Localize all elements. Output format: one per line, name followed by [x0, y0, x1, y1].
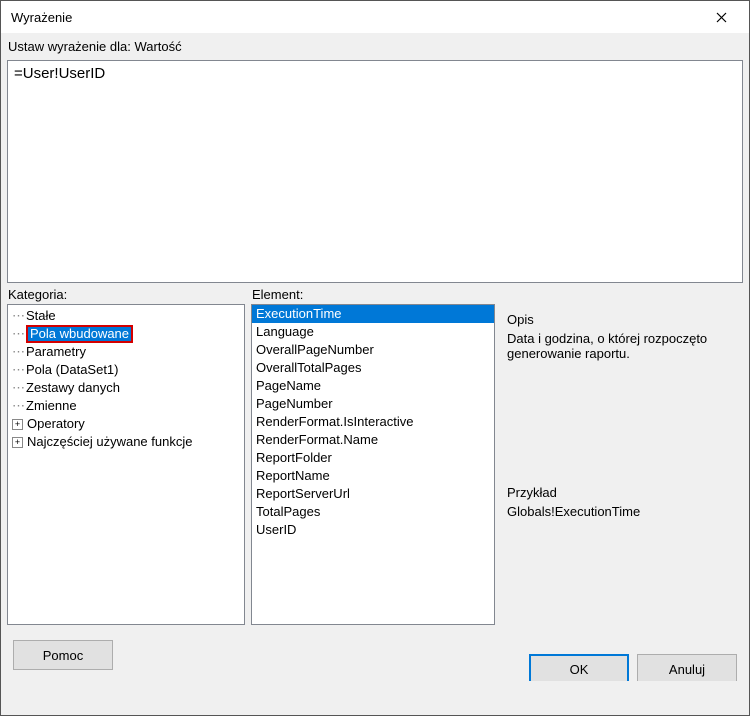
list-item[interactable]: ReportName	[252, 467, 494, 485]
tree-item[interactable]: ⋯Pola (DataSet1)	[12, 361, 240, 379]
expand-icon[interactable]: +	[12, 437, 23, 448]
lower-panels: Kategoria: ⋯Stałe⋯Pola wbudowane⋯Paramet…	[7, 287, 743, 625]
description-text: Data i godzina, o której rozpoczęto gene…	[507, 331, 737, 361]
info-column: Opis Data i godzina, o której rozpoczęto…	[501, 287, 743, 625]
tree-item[interactable]: ⋯Pola wbudowane	[12, 325, 240, 343]
list-item[interactable]: UserID	[252, 521, 494, 539]
tree-item[interactable]: ⋯Zestawy danych	[12, 379, 240, 397]
list-item[interactable]: Language	[252, 323, 494, 341]
tree-item-label: Pola wbudowane	[26, 325, 133, 343]
info-spacer	[501, 287, 743, 304]
list-item[interactable]: ExecutionTime	[252, 305, 494, 323]
close-button[interactable]	[701, 3, 741, 31]
tree-item-label: Pola (DataSet1)	[26, 361, 119, 379]
expression-input[interactable]	[7, 60, 743, 283]
window-title: Wyrażenie	[11, 10, 701, 25]
ok-button[interactable]: OK	[529, 654, 629, 681]
tree-item[interactable]: ⋯Parametry	[12, 343, 240, 361]
list-item[interactable]: RenderFormat.Name	[252, 431, 494, 449]
description-panel: Opis Data i godzina, o której rozpoczęto…	[501, 310, 743, 477]
tree-item[interactable]: + Operatory	[12, 415, 240, 433]
list-item[interactable]: TotalPages	[252, 503, 494, 521]
cancel-button[interactable]: Anuluj	[637, 654, 737, 681]
element-list[interactable]: ExecutionTimeLanguageOverallPageNumberOv…	[251, 304, 495, 625]
example-label: Przykład	[507, 485, 737, 500]
tree-item[interactable]: ⋯Zmienne	[12, 397, 240, 415]
tree-item-label: Najczęściej używane funkcje	[27, 433, 192, 451]
example-panel: Przykład Globals!ExecutionTime	[501, 483, 743, 625]
category-tree[interactable]: ⋯Stałe⋯Pola wbudowane⋯Parametry⋯Pola (Da…	[7, 304, 245, 625]
list-item[interactable]: OverallTotalPages	[252, 359, 494, 377]
list-item[interactable]: ReportFolder	[252, 449, 494, 467]
close-icon	[716, 12, 727, 23]
category-column: Kategoria: ⋯Stałe⋯Pola wbudowane⋯Paramet…	[7, 287, 245, 625]
expand-icon[interactable]: +	[12, 419, 23, 430]
description-label: Opis	[507, 312, 737, 327]
example-text: Globals!ExecutionTime	[507, 504, 737, 519]
tree-item-label: Parametry	[26, 343, 86, 361]
list-item[interactable]: PageName	[252, 377, 494, 395]
help-button[interactable]: Pomoc	[13, 640, 113, 670]
list-item[interactable]: ReportServerUrl	[252, 485, 494, 503]
list-item[interactable]: OverallPageNumber	[252, 341, 494, 359]
element-label: Element:	[251, 287, 495, 304]
titlebar: Wyrażenie	[1, 1, 749, 33]
element-column: Element: ExecutionTimeLanguageOverallPag…	[251, 287, 495, 625]
tree-item-label: Zestawy danych	[26, 379, 120, 397]
expression-dialog: Wyrażenie Ustaw wyrażenie dla: Wartość K…	[0, 0, 750, 716]
list-item[interactable]: PageNumber	[252, 395, 494, 413]
list-item[interactable]: RenderFormat.IsInteractive	[252, 413, 494, 431]
dialog-body: Ustaw wyrażenie dla: Wartość Kategoria: …	[1, 33, 749, 715]
tree-item-label: Zmienne	[26, 397, 77, 415]
tree-item[interactable]: ⋯Stałe	[12, 307, 240, 325]
button-bar: Pomoc OK Anuluj	[7, 629, 743, 681]
tree-item-label: Stałe	[26, 307, 56, 325]
expression-label: Ustaw wyrażenie dla: Wartość	[7, 37, 743, 56]
tree-item-label: Operatory	[27, 415, 85, 433]
category-label: Kategoria:	[7, 287, 245, 304]
tree-item[interactable]: + Najczęściej używane funkcje	[12, 433, 240, 451]
